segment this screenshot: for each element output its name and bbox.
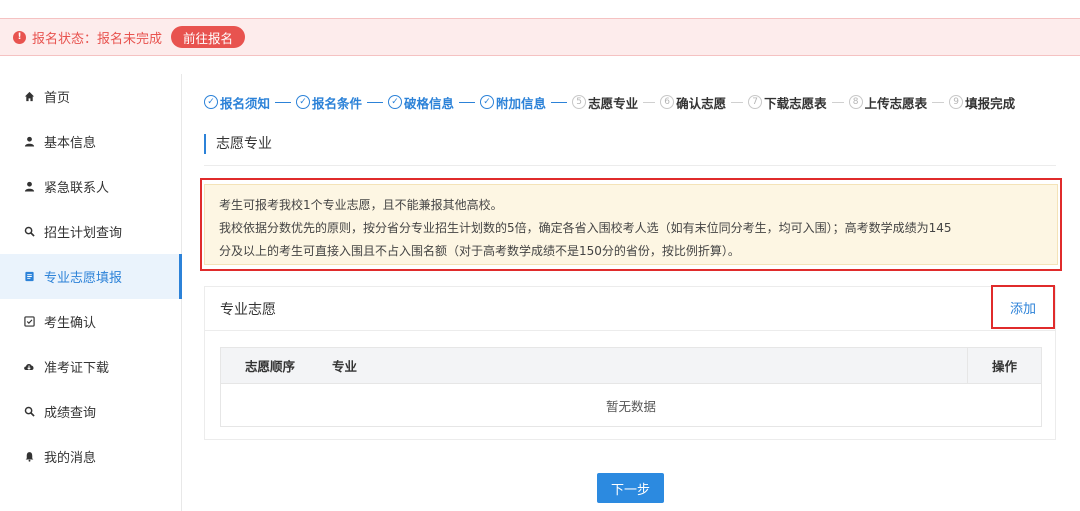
notice-highlight-box: 考生可报考我校1个专业志愿，且不能兼报其他高校。 我校依据分数优先的原则，按分省… <box>200 178 1062 271</box>
step-9: 9 填报完成 <box>949 93 1015 112</box>
notice-line-1: 考生可报考我校1个专业志愿，且不能兼报其他高校。 <box>219 198 503 212</box>
sidebar-item-emergency-contact[interactable]: 紧急联系人 <box>0 164 181 209</box>
registration-status-alert: ! 报名状态：报名未完成 前往报名 <box>0 18 1080 56</box>
checkbox-icon <box>23 316 35 328</box>
title-accent-bar <box>204 134 206 154</box>
sidebar-item-major-application[interactable]: 专业志愿填报 <box>0 254 182 299</box>
panel-title: 专业志愿 <box>220 301 276 318</box>
home-icon <box>23 91 35 103</box>
step-label: 确认志愿 <box>676 95 727 111</box>
step-6: 6 确认志愿 <box>660 93 726 112</box>
user-icon <box>23 136 35 148</box>
user-icon <box>23 181 35 193</box>
step-4: ✓ 附加信息 <box>480 93 546 112</box>
step-number: 7 <box>748 95 763 109</box>
section-title: 志愿专业 <box>204 134 1056 166</box>
sidebar-item-label: 招生计划查询 <box>44 226 123 241</box>
sidebar-item-label: 紧急联系人 <box>44 181 110 196</box>
notice-line-3: 分及以上的考生可直接入围且不占入围名额（对于高考数学成绩不是150分的省份，按比… <box>219 244 740 258</box>
sidebar-item-label: 基本信息 <box>44 136 97 151</box>
step-connector <box>459 101 476 103</box>
check-circle-icon: ✓ <box>296 95 311 109</box>
notice-box: 考生可报考我校1个专业志愿，且不能兼报其他高校。 我校依据分数优先的原则，按分省… <box>204 184 1058 265</box>
exclamation-icon: ! <box>13 30 26 44</box>
step-label: 志愿专业 <box>588 95 639 111</box>
step-label: 破格信息 <box>404 95 455 111</box>
step-3: ✓ 破格信息 <box>388 93 454 112</box>
sidebar-item-basic-info[interactable]: 基本信息 <box>0 119 181 164</box>
preference-table: 志愿顺序 专业 操作 暂无数据 <box>220 347 1042 427</box>
step-connector <box>831 101 844 103</box>
sidebar-item-home[interactable]: 首页 <box>0 74 181 119</box>
sidebar-item-my-messages[interactable]: 我的消息 <box>0 434 181 479</box>
sidebar-item-label: 首页 <box>44 91 71 106</box>
step-label: 报名条件 <box>312 95 363 111</box>
empty-state: 暂无数据 <box>221 383 1041 426</box>
step-label: 下载志愿表 <box>764 95 827 111</box>
sidebar: 首页 基本信息 紧急联系人 招生计划查询 专业志愿填报 考生确认 准考证下载 成… <box>0 74 182 511</box>
column-header-major: 专业 <box>332 359 358 374</box>
sidebar-item-enrollment-plan[interactable]: 招生计划查询 <box>0 209 181 254</box>
go-register-button[interactable]: 前往报名 <box>171 26 246 48</box>
section-title-text: 志愿专业 <box>216 136 272 152</box>
check-circle-icon: ✓ <box>204 95 218 109</box>
notice-line-2: 我校依据分数优先的原则，按分省分专业招生计划数的5倍，确定各省入围校考人选（如有… <box>219 221 952 235</box>
step-number: 9 <box>949 95 964 109</box>
bell-icon <box>23 451 35 463</box>
step-connector <box>367 101 384 103</box>
step-5: 5 志愿专业 <box>572 93 638 112</box>
step-label: 报名须知 <box>220 95 271 111</box>
sidebar-item-candidate-confirm[interactable]: 考生确认 <box>0 299 181 344</box>
check-circle-icon: ✓ <box>388 95 403 109</box>
cloud-download-icon <box>23 361 35 373</box>
major-preference-panel: 专业志愿 添加 志愿顺序 专业 操作 暂无数据 <box>204 285 1056 440</box>
form-icon <box>23 271 35 283</box>
column-header-order: 志愿顺序 <box>245 359 296 374</box>
step-number: 8 <box>848 95 863 109</box>
step-connector <box>731 101 744 103</box>
step-label: 附加信息 <box>496 95 547 111</box>
step-connector <box>551 101 568 103</box>
sidebar-item-label: 成绩查询 <box>44 406 97 421</box>
step-number: 6 <box>660 95 675 109</box>
column-header-action: 操作 <box>967 348 1041 383</box>
step-connector <box>275 101 292 103</box>
step-7: 7 下载志愿表 <box>748 93 827 112</box>
sidebar-item-label: 我的消息 <box>44 451 97 466</box>
step-connector <box>932 101 945 103</box>
sidebar-item-admission-ticket[interactable]: 准考证下载 <box>0 344 181 389</box>
panel-header: 专业志愿 添加 <box>205 285 1055 331</box>
sidebar-item-label: 专业志愿填报 <box>44 271 123 286</box>
sidebar-item-label: 准考证下载 <box>44 361 110 376</box>
sidebar-item-label: 考生确认 <box>44 316 97 331</box>
registration-status-text: 报名状态：报名未完成 <box>32 31 163 47</box>
add-button[interactable]: 添加 <box>1010 298 1036 317</box>
step-number: 5 <box>572 95 587 109</box>
check-circle-icon: ✓ <box>480 95 495 109</box>
progress-steps: ✓ 报名须知 ✓ 报名条件 ✓ 破格信息 ✓ 附加信息 5 志愿专业 6 确认志愿 7 下载志… <box>204 92 1015 112</box>
sidebar-item-score-query[interactable]: 成绩查询 <box>0 389 181 434</box>
search-icon <box>23 226 35 238</box>
step-1: ✓ 报名须知 <box>204 93 270 112</box>
table-header: 志愿顺序 专业 操作 <box>221 348 1041 383</box>
search-icon <box>23 406 35 418</box>
add-highlight-box: 添加 <box>991 285 1055 329</box>
next-step-button[interactable]: 下一步 <box>597 473 664 503</box>
step-8: 8 上传志愿表 <box>848 93 928 112</box>
step-2: ✓ 报名条件 <box>296 93 362 112</box>
step-label: 填报完成 <box>965 95 1016 111</box>
step-connector <box>643 101 656 103</box>
step-label: 上传志愿表 <box>864 95 928 111</box>
